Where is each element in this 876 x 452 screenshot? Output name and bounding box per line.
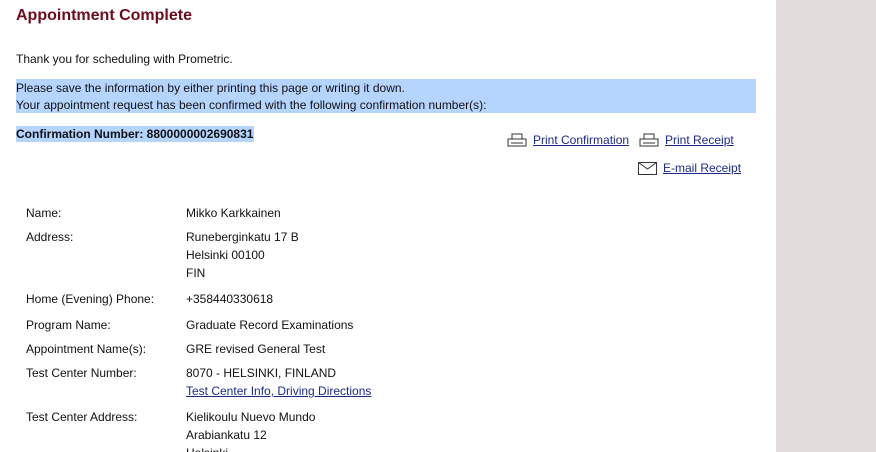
test-center-info-link[interactable]: Test Center Info, Driving Directions — [186, 384, 371, 398]
center-info-link-wrap: Test Center Info, Driving Directions — [186, 382, 371, 400]
thanks-text: Thank you for scheduling with Prometric. — [16, 52, 233, 66]
name-value: Mikko Karkkainen — [186, 206, 281, 220]
appointment-value: GRE revised General Test — [186, 342, 326, 356]
side-panel — [776, 0, 876, 452]
center-address-line: Arabiankatu 12 — [186, 428, 267, 442]
address-label: Address: — [26, 230, 74, 244]
print-confirmation-action[interactable]: Print Confirmation — [507, 133, 629, 147]
email-receipt-action[interactable]: E-mail Receipt — [638, 161, 741, 175]
confirmation-number: Confirmation Number: 8800000002690831 — [16, 126, 255, 142]
address-line: FIN — [186, 266, 206, 280]
appointment-label: Appointment Name(s): — [26, 342, 147, 356]
name-label: Name: — [26, 206, 62, 220]
center-address-label: Test Center Address: — [26, 410, 138, 424]
envelope-icon — [638, 162, 657, 175]
center-address-line: Kielikoulu Nuevo Mundo — [186, 410, 316, 424]
printer-icon — [639, 133, 659, 147]
page-content: Appointment Complete Thank you for sched… — [0, 0, 776, 452]
email-receipt-link[interactable]: E-mail Receipt — [663, 161, 741, 175]
address-line: Runeberginkatu 17 B — [186, 230, 299, 244]
center-number-label: Test Center Number: — [26, 366, 137, 380]
page-title: Appointment Complete — [16, 7, 192, 24]
center-address-line: Helsinki — [186, 444, 228, 452]
print-receipt-action[interactable]: Print Receipt — [639, 133, 734, 147]
center-number-value: 8070 - HELSINKI, FINLAND — [186, 366, 337, 380]
phone-label: Home (Evening) Phone: — [26, 292, 155, 306]
address-line: Helsinki 00100 — [186, 248, 265, 262]
save-notice: Please save the information by either pr… — [16, 81, 405, 95]
printer-icon — [507, 133, 527, 147]
confirmed-notice: Your appointment request has been confir… — [16, 98, 487, 112]
phone-value: +358440330618 — [186, 292, 274, 306]
program-value: Graduate Record Examinations — [186, 318, 354, 332]
print-confirmation-link[interactable]: Print Confirmation — [533, 133, 629, 147]
program-label: Program Name: — [26, 318, 111, 332]
print-receipt-link[interactable]: Print Receipt — [665, 133, 734, 147]
